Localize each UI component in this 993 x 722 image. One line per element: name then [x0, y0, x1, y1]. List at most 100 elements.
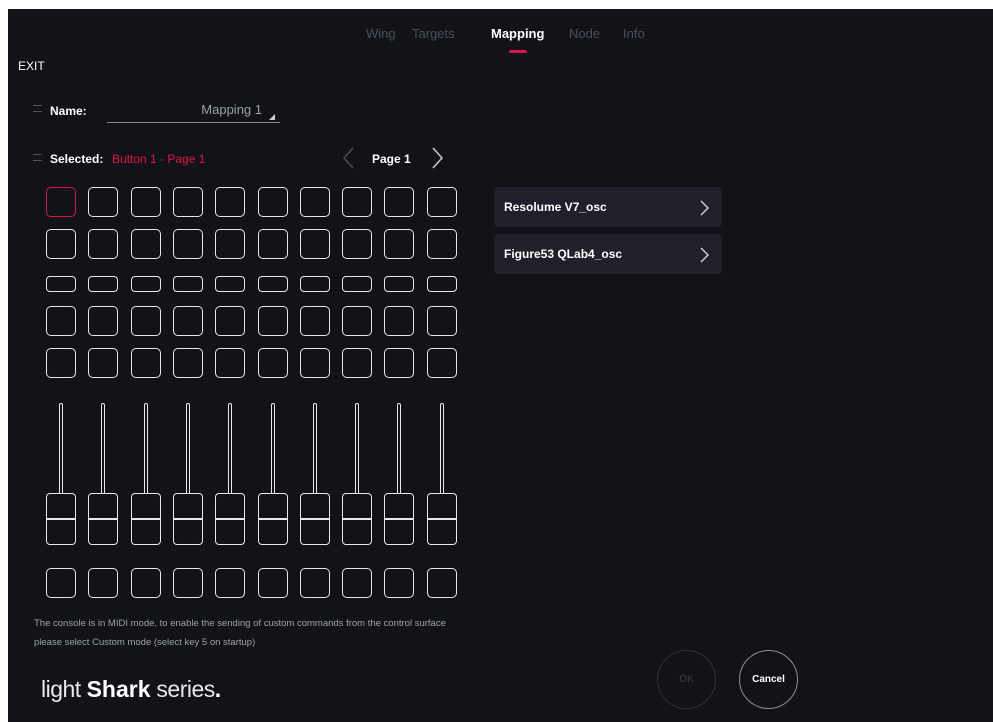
pad-button[interactable]	[46, 276, 76, 292]
fader-handle-line	[258, 518, 287, 520]
pad-button[interactable]	[426, 187, 457, 217]
pad-button[interactable]	[426, 229, 457, 259]
fader-handle[interactable]	[257, 493, 288, 545]
pad-button[interactable]	[215, 348, 246, 378]
pad-button[interactable]	[172, 276, 203, 292]
tab-wing[interactable]: Wing	[366, 26, 396, 41]
fader-handle-line	[131, 518, 160, 520]
pad-button[interactable]	[215, 229, 246, 259]
resize-corner-icon	[269, 114, 275, 120]
pad-button[interactable]	[257, 187, 288, 217]
tab-node[interactable]: Node	[569, 26, 600, 41]
fader-button[interactable]	[426, 568, 457, 598]
pad-button[interactable]	[342, 229, 373, 259]
pad-button[interactable]	[299, 306, 330, 336]
pad-button[interactable]	[426, 306, 457, 336]
fader-handle[interactable]	[384, 493, 415, 545]
active-tab-indicator	[509, 50, 527, 53]
pad-button[interactable]	[299, 348, 330, 378]
name-field[interactable]: Mapping 1	[107, 102, 280, 123]
pad-button[interactable]	[384, 229, 415, 259]
pad-button[interactable]	[215, 306, 246, 336]
fader-button[interactable]	[130, 568, 161, 598]
pad-button[interactable]	[130, 229, 161, 259]
pad-button[interactable]	[299, 187, 330, 217]
pad-button[interactable]	[46, 306, 76, 336]
pad-button[interactable]	[257, 229, 288, 259]
target-item-qlab[interactable]: Figure53 QLab4_osc	[494, 234, 722, 274]
chevron-right-icon	[700, 200, 710, 216]
pad-button[interactable]	[426, 276, 457, 292]
ok-button[interactable]: OK	[657, 650, 716, 709]
pad-button[interactable]	[342, 306, 373, 336]
pad-button[interactable]	[384, 187, 415, 217]
pad-button[interactable]	[257, 306, 288, 336]
top-nav: Wing Targets Mapping Node Info	[8, 26, 993, 56]
tab-info[interactable]: Info	[623, 26, 645, 41]
tab-targets[interactable]: Targets	[412, 26, 455, 41]
fader-button[interactable]	[46, 568, 76, 598]
fader-button[interactable]	[257, 568, 288, 598]
pad-button[interactable]	[172, 187, 203, 217]
fader-handle-line	[173, 518, 202, 520]
fader-handle[interactable]	[172, 493, 203, 545]
next-page-button[interactable]	[427, 145, 449, 171]
prev-page-button[interactable]	[339, 145, 361, 171]
name-value: Mapping 1	[201, 102, 262, 117]
pad-button[interactable]	[215, 276, 246, 292]
pad-button[interactable]	[88, 229, 119, 259]
app-window: Wing Targets Mapping Node Info EXIT Name…	[8, 9, 993, 722]
pad-button[interactable]	[130, 187, 161, 217]
pad-button[interactable]	[46, 348, 76, 378]
fader-handle-line	[300, 518, 329, 520]
pad-button[interactable]	[299, 229, 330, 259]
chevron-right-icon	[700, 247, 710, 263]
fader-handle[interactable]	[215, 493, 246, 545]
fader-handle-line	[427, 518, 456, 520]
pad-button[interactable]	[384, 276, 415, 292]
fader-handle[interactable]	[342, 493, 373, 545]
pad-button[interactable]	[88, 276, 119, 292]
pad-button[interactable]	[426, 348, 457, 378]
fader-button[interactable]	[172, 568, 203, 598]
fader-button[interactable]	[342, 568, 373, 598]
pad-button[interactable]	[342, 348, 373, 378]
pad-button[interactable]	[130, 306, 161, 336]
fader-button[interactable]	[299, 568, 330, 598]
pad-button[interactable]	[130, 276, 161, 292]
pad-button[interactable]	[384, 348, 415, 378]
pad-button[interactable]	[172, 348, 203, 378]
fader-handle[interactable]	[426, 493, 457, 545]
cancel-button[interactable]: Cancel	[739, 650, 798, 709]
fader-handle[interactable]	[299, 493, 330, 545]
pad-button[interactable]	[257, 348, 288, 378]
fader-handle[interactable]	[46, 493, 76, 545]
chevron-left-icon	[342, 147, 354, 169]
pad-button[interactable]	[88, 306, 119, 336]
pad-button[interactable]	[88, 348, 119, 378]
pad-button[interactable]	[215, 187, 246, 217]
pad-button[interactable]	[46, 187, 76, 217]
tab-mapping[interactable]: Mapping	[491, 26, 544, 41]
fader-handle-line	[216, 518, 245, 520]
pad-button[interactable]	[172, 229, 203, 259]
fader-button[interactable]	[215, 568, 246, 598]
fader-handle[interactable]	[88, 493, 119, 545]
pad-button[interactable]	[257, 276, 288, 292]
pad-button[interactable]	[172, 306, 203, 336]
pad-button[interactable]	[130, 348, 161, 378]
target-label: Resolume V7_osc	[504, 200, 607, 214]
fader-handle[interactable]	[130, 493, 161, 545]
pad-button[interactable]	[342, 276, 373, 292]
fader-button[interactable]	[384, 568, 415, 598]
pad-button[interactable]	[46, 229, 76, 259]
target-item-resolume[interactable]: Resolume V7_osc	[494, 187, 722, 227]
fader-button[interactable]	[88, 568, 119, 598]
pad-button[interactable]	[384, 306, 415, 336]
fader-handle-line	[385, 518, 414, 520]
pad-button[interactable]	[299, 276, 330, 292]
pad-button[interactable]	[88, 187, 119, 217]
target-label: Figure53 QLab4_osc	[504, 247, 623, 261]
pad-button[interactable]	[342, 187, 373, 217]
exit-button[interactable]: EXIT	[18, 59, 45, 73]
